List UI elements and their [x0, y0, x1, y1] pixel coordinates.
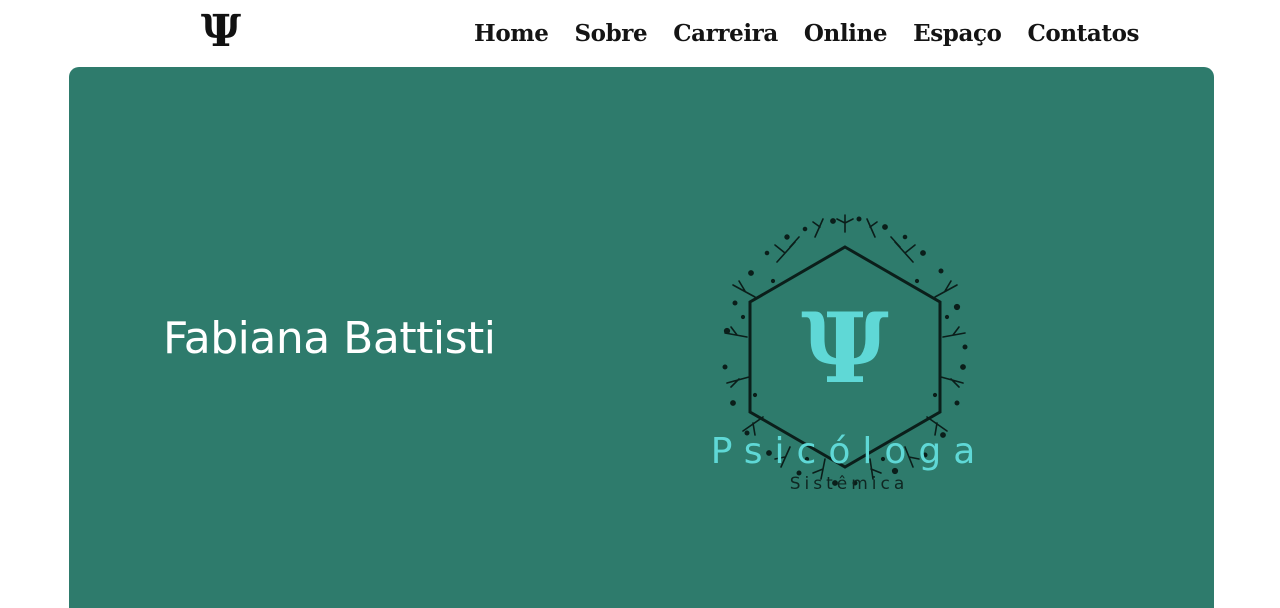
- psi-logo-icon[interactable]: Ψ: [196, 4, 246, 60]
- nav-link-contatos[interactable]: Contatos: [1028, 15, 1140, 53]
- nav-link-sobre[interactable]: Sobre: [574, 15, 647, 53]
- hero-banner: Fabiana Battisti Ψ Psicóloga Sistêmica: [69, 67, 1214, 608]
- logo-title: Psicóloga: [710, 431, 988, 472]
- logo-subtitle: Sistêmica: [789, 474, 909, 494]
- main-nav: Home Sobre Carreira Online Espaço Contat…: [474, 14, 1140, 54]
- nav-link-espaco[interactable]: Espaço: [913, 15, 1002, 53]
- nav-link-online[interactable]: Online: [804, 15, 888, 53]
- nav-link-carreira[interactable]: Carreira: [673, 15, 778, 53]
- nav-link-home[interactable]: Home: [474, 15, 549, 53]
- top-navigation-bar: Ψ Home Sobre Carreira Online Espaço Cont…: [0, 0, 1280, 67]
- hero-name-heading: Fabiana Battisti: [163, 313, 496, 365]
- logo-psi-symbol: Ψ: [801, 292, 889, 405]
